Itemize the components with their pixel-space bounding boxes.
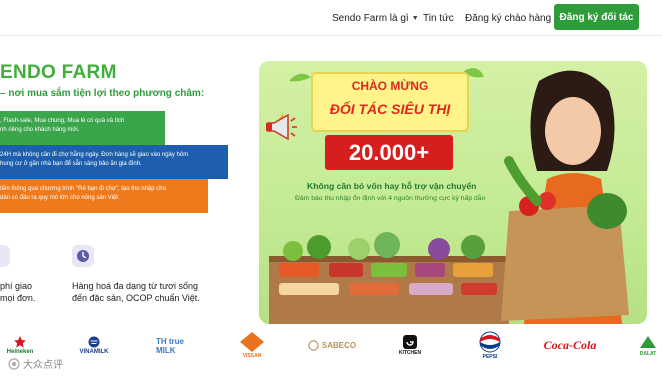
- nav-item-label: Sendo Farm là gì: [332, 12, 409, 24]
- partner-name: VISSAN: [242, 352, 262, 359]
- benefit-text-line: nh riêng cho khách hàng mới.: [0, 127, 80, 133]
- pepsi-globe-icon: [479, 331, 501, 352]
- star-icon: [14, 335, 26, 347]
- vissan-emblem-icon: [240, 331, 264, 352]
- brand-tagline: – nơi mua sắm tiện lợi theo phương châm:: [0, 88, 205, 99]
- benefit-banner-income: tiền thông qua chương trình "Rẻ bạn đi c…: [0, 179, 208, 213]
- benefit-text-line: , Flash-sale, Mua chung, Mua lẻ có quà v…: [0, 118, 125, 124]
- dalat-emblem-icon: [640, 335, 656, 348]
- partner-name: SABECO: [321, 340, 357, 350]
- benefit-text-line: dân có đầu ra quy mô lớn cho nông sản Vi…: [0, 195, 120, 201]
- delivery-icon: [0, 245, 10, 267]
- partner-logo-strip: Heineken VINAMILK TH true MILK VISSAN SA…: [0, 328, 662, 368]
- partner-logo-vinamilk[interactable]: VINAMILK: [74, 328, 114, 362]
- benefit-text-line: hung cư ở gần nhà bạn để sẵn sàng bảo ăn…: [0, 161, 142, 167]
- feature-free-shipping: phí giao mọi đơn.: [0, 280, 35, 304]
- feature-text-line: Hàng hoá đa dạng từ tươi sống: [72, 281, 199, 291]
- partner-logo-sabeco[interactable]: SABECO: [306, 328, 358, 362]
- top-navigation-bar: Sendo Farm là gì ▼ Tin tức Đăng ký chào …: [0, 0, 662, 36]
- nav-item-about[interactable]: Sendo Farm là gì ▼: [332, 0, 419, 36]
- benefit-text-line: 24H mà không cần đi chợ hằng ngày. Đơn h…: [0, 152, 189, 158]
- clock-icon: [72, 245, 94, 267]
- chevron-down-icon: ▼: [411, 14, 419, 22]
- partner-logo-vissan[interactable]: VISSAN: [238, 328, 266, 362]
- benefit-banner-promotions: , Flash-sale, Mua chung, Mua lẻ có quà v…: [0, 111, 165, 145]
- sabeco-emblem-icon: [308, 339, 319, 351]
- nav-item-label: Tin tức: [423, 12, 454, 24]
- nav-item-label: Đăng ký chào hàng: [465, 12, 552, 24]
- feature-text-line: mọi đơn.: [0, 293, 36, 303]
- feature-text-line: đến đặc sản, OCOP chuẩn Việt.: [72, 293, 200, 303]
- welcome-sign-line: CHÀO MỪNG: [351, 79, 429, 93]
- partner-name: VINAMILK: [79, 348, 109, 355]
- watermark: 大众点评: [8, 356, 63, 371]
- brand-title: ENDO FARM: [0, 62, 117, 83]
- feature-text-line: phí giao: [0, 281, 33, 291]
- welcome-sign-line: ĐỐI TÁC SIÊU THỊ: [329, 101, 451, 117]
- megaphone-icon: [264, 113, 298, 146]
- feature-product-variety: Hàng hoá đa dạng từ tươi sống đến đặc sả…: [72, 280, 200, 304]
- partner-name: DALAT: [639, 350, 657, 357]
- partner-logo-coca-cola[interactable]: Coca-Cola: [540, 328, 600, 362]
- partner-name: TH true MILK: [156, 336, 184, 355]
- benefit-text-line: tiền thông qua chương trình "Rẻ bạn đi c…: [0, 186, 166, 192]
- partner-name: KITCHEN: [398, 349, 422, 356]
- vinamilk-emblem-icon: [88, 336, 100, 347]
- partner-name: Coca-Cola: [543, 338, 597, 352]
- partner-logo-kitchen[interactable]: KITCHEN: [396, 328, 424, 362]
- kitchen-emblem-icon: [403, 334, 417, 349]
- partner-name: PEPSI: [482, 353, 498, 360]
- banner-headline: Không cần bỏ vốn hay hỗ trợ vận chuyển: [307, 181, 477, 191]
- watermark-text: 大众点评: [23, 360, 63, 371]
- partner-promo-banner[interactable]: CHÀO MỪNG ĐỐI TÁC SIÊU THỊ 20.000+ Không…: [259, 61, 647, 324]
- partner-signup-button[interactable]: Đăng ký đối tác: [554, 4, 639, 30]
- benefit-banner-delivery: 24H mà không cần đi chợ hằng ngày. Đơn h…: [0, 145, 228, 179]
- nav-item-news[interactable]: Tin tức: [423, 0, 454, 36]
- nav-item-offer-registration[interactable]: Đăng ký chào hàng: [465, 0, 551, 36]
- partner-name: Heineken: [6, 348, 34, 355]
- partner-logo-pepsi[interactable]: PEPSI: [476, 328, 504, 362]
- welcome-sign: CHÀO MỪNG ĐỐI TÁC SIÊU THỊ: [311, 72, 469, 132]
- banner-subline: Đảm bảo thu nhập ổn định với 4 nguồn thư…: [295, 195, 486, 202]
- woman-with-grocery-bag-illustration: [501, 70, 629, 324]
- partner-count-ribbon: 20.000+: [325, 135, 453, 170]
- partner-logo-dalat[interactable]: DALAT: [634, 328, 662, 362]
- partner-logo-th-true-milk[interactable]: TH true MILK: [156, 328, 190, 362]
- watermark-logo-icon: [8, 357, 20, 370]
